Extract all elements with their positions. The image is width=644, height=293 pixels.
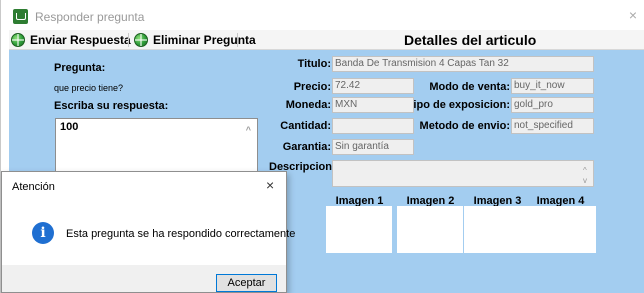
description-field[interactable]	[332, 160, 594, 187]
sale-mode-label: Modo de venta:	[429, 81, 510, 93]
scroll-up-icon[interactable]: ^	[246, 125, 251, 135]
send-answer-button[interactable]: Enviar Respuesta	[11, 32, 131, 48]
question-label: Pregunta:	[54, 62, 106, 74]
attention-dialog: Atención × i Esta pregunta se ha respond…	[1, 171, 295, 293]
image-3-slot[interactable]	[464, 206, 530, 253]
scroll-down-icon[interactable]: v	[583, 176, 587, 185]
warranty-field[interactable]: Sin garantía	[332, 139, 414, 155]
image-1-slot[interactable]	[326, 206, 392, 253]
exposure-type-field[interactable]: gold_pro	[511, 97, 594, 113]
close-icon[interactable]: ×	[626, 8, 640, 22]
info-icon: i	[32, 222, 54, 244]
toolbar: Enviar Respuesta Eliminar Pregunta	[9, 30, 644, 50]
toolbar-separator	[128, 33, 129, 47]
title-bar: Responder pregunta ×	[1, 0, 644, 30]
answer-label: Escriba su respuesta:	[54, 100, 169, 112]
globe-icon	[134, 33, 148, 47]
quantity-field[interactable]	[332, 118, 414, 134]
scroll-up-icon[interactable]: ^	[583, 166, 587, 175]
globe-icon	[11, 33, 25, 47]
warranty-label: Garantia:	[282, 141, 331, 153]
sale-mode-field[interactable]: buy_it_now	[511, 78, 594, 94]
price-label: Precio:	[293, 81, 331, 93]
dialog-message: Esta pregunta se ha respondido correctam…	[66, 228, 296, 240]
answer-question-window: Responder pregunta × Enviar Respuesta El…	[0, 0, 644, 293]
ok-button[interactable]: Aceptar	[216, 274, 277, 292]
title-label: Titulo:	[297, 58, 331, 70]
image-2-slot[interactable]	[397, 206, 463, 253]
currency-field[interactable]: MXN	[332, 97, 414, 113]
title-field[interactable]: Banda De Transmision 4 Capas Tan 32	[332, 56, 594, 72]
toolbar-separator	[237, 33, 238, 47]
send-answer-label: Enviar Respuesta	[30, 33, 131, 47]
window-title: Responder pregunta	[35, 10, 145, 24]
exposure-type-label: Tipo de exposicion:	[406, 99, 510, 111]
delete-question-label: Eliminar Pregunta	[153, 33, 256, 47]
shipping-method-field[interactable]: not_specified	[511, 118, 594, 134]
price-field[interactable]: 72.42	[332, 78, 414, 94]
close-icon[interactable]: ×	[266, 178, 274, 192]
article-details-heading: Detalles del articulo	[404, 32, 537, 48]
answer-value: 100	[60, 121, 79, 133]
shipping-method-label: Metodo de envio:	[419, 120, 510, 132]
currency-label: Moneda:	[285, 99, 331, 111]
cart-icon	[13, 9, 28, 24]
answer-textarea[interactable]: 100 ^	[55, 118, 258, 174]
image-4-slot[interactable]	[530, 206, 596, 253]
question-text: que precio tiene?	[54, 83, 124, 93]
quantity-label: Cantidad:	[280, 120, 331, 132]
dialog-title: Atención	[12, 181, 55, 193]
